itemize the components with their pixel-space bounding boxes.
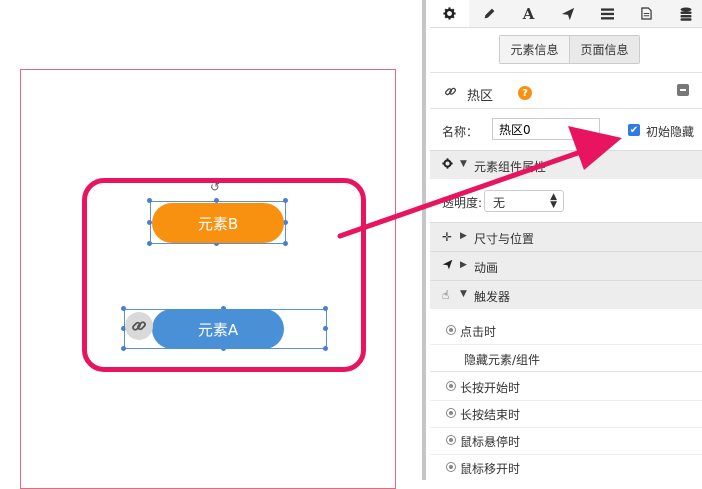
annotation-arrow xyxy=(337,126,622,239)
